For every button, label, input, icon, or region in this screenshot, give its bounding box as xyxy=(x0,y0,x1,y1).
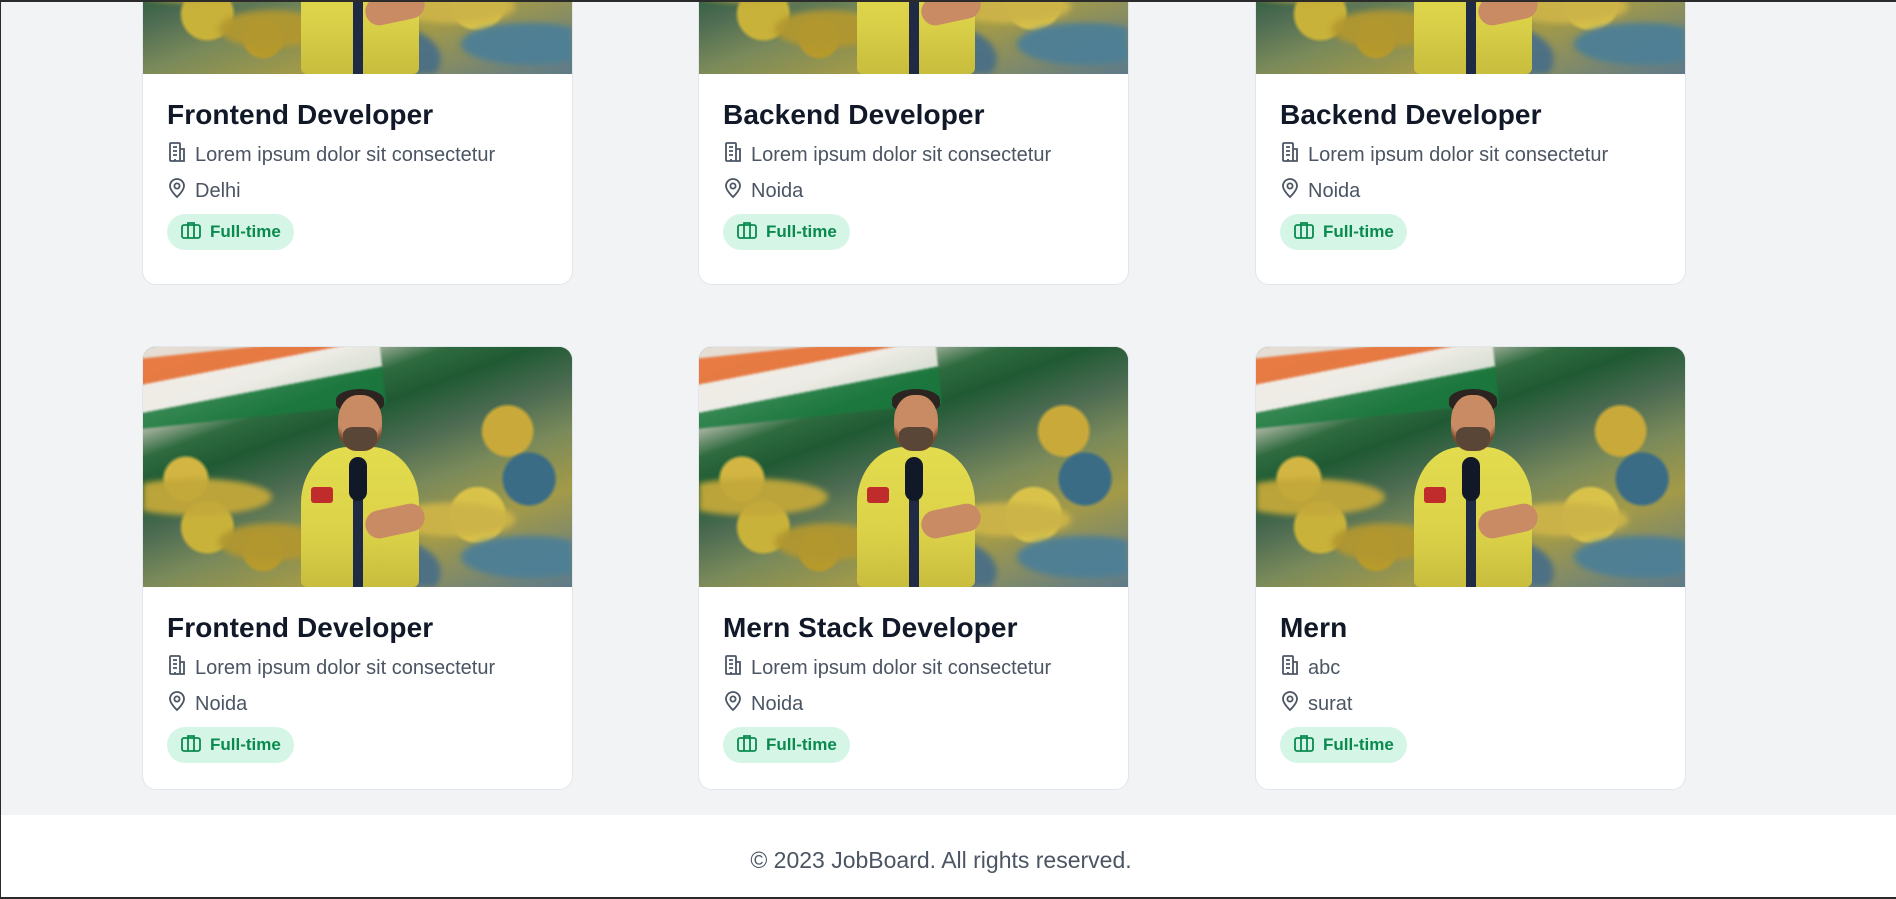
job-company: Lorem ipsum dolor sit consectetur xyxy=(167,140,548,170)
job-location-text: surat xyxy=(1308,692,1353,715)
briefcase-icon xyxy=(180,733,202,758)
job-location: Noida xyxy=(723,689,1104,719)
map-pin-icon xyxy=(167,177,187,205)
job-company: Lorem ipsum dolor sit consectetur xyxy=(723,653,1104,683)
job-location: Noida xyxy=(1280,176,1661,206)
job-type-badge: Full-time xyxy=(1280,727,1407,763)
job-company: abc xyxy=(1280,653,1661,683)
job-location-text: Delhi xyxy=(195,179,241,202)
job-company: Lorem ipsum dolor sit consectetur xyxy=(1280,140,1661,170)
job-type-text: Full-time xyxy=(766,735,837,754)
building-icon xyxy=(167,141,187,169)
job-location-text: Noida xyxy=(1308,179,1361,202)
building-icon xyxy=(1280,141,1300,169)
job-card-image xyxy=(143,2,572,74)
job-card-image xyxy=(699,347,1128,587)
job-type-text: Full-time xyxy=(1323,735,1394,754)
job-company-text: Lorem ipsum dolor sit consectetur xyxy=(195,143,496,166)
job-card[interactable]: Backend Developer Lorem ipsum dolor sit … xyxy=(1255,2,1686,285)
job-card-image xyxy=(1256,347,1685,587)
job-location-text: Noida xyxy=(195,692,248,715)
job-company-text: Lorem ipsum dolor sit consectetur xyxy=(751,656,1052,679)
job-title[interactable]: Mern Stack Developer xyxy=(723,611,1104,645)
job-card-image xyxy=(143,347,572,587)
briefcase-icon xyxy=(736,733,758,758)
job-card[interactable]: Frontend Developer Lorem ipsum dolor sit… xyxy=(142,2,573,285)
job-title[interactable]: Backend Developer xyxy=(723,98,1104,132)
job-type-badge: Full-time xyxy=(723,214,850,250)
job-card-image xyxy=(699,2,1128,74)
briefcase-icon xyxy=(180,220,202,245)
viewport: Frontend Developer Lorem ipsum dolor sit… xyxy=(0,0,1896,899)
footer-copyright: © 2023 JobBoard. All rights reserved. xyxy=(750,846,1132,873)
job-company-text: Lorem ipsum dolor sit consectetur xyxy=(195,656,496,679)
briefcase-icon xyxy=(1293,733,1315,758)
job-title[interactable]: Backend Developer xyxy=(1280,98,1661,132)
building-icon xyxy=(723,141,743,169)
map-pin-icon xyxy=(167,690,187,718)
job-type-badge: Full-time xyxy=(167,214,294,250)
job-card[interactable]: Mern abc surat Full-time xyxy=(1255,346,1686,790)
job-card[interactable]: Mern Stack Developer Lorem ipsum dolor s… xyxy=(698,346,1129,790)
map-pin-icon xyxy=(723,177,743,205)
job-location-text: Noida xyxy=(751,692,804,715)
job-location: Delhi xyxy=(167,176,548,206)
job-location-text: Noida xyxy=(751,179,804,202)
job-company: Lorem ipsum dolor sit consectetur xyxy=(167,653,548,683)
job-type-badge: Full-time xyxy=(167,727,294,763)
job-company-text: Lorem ipsum dolor sit consectetur xyxy=(751,143,1052,166)
job-location: surat xyxy=(1280,689,1661,719)
job-company-text: abc xyxy=(1308,656,1341,679)
job-type-badge: Full-time xyxy=(1280,214,1407,250)
job-company: Lorem ipsum dolor sit consectetur xyxy=(723,140,1104,170)
job-type-text: Full-time xyxy=(210,222,281,241)
building-icon xyxy=(723,654,743,682)
job-location: Noida xyxy=(167,689,548,719)
job-title[interactable]: Frontend Developer xyxy=(167,98,548,132)
job-title[interactable]: Frontend Developer xyxy=(167,611,548,645)
job-location: Noida xyxy=(723,176,1104,206)
job-title[interactable]: Mern xyxy=(1280,611,1661,645)
building-icon xyxy=(1280,654,1300,682)
job-company-text: Lorem ipsum dolor sit consectetur xyxy=(1308,143,1609,166)
map-pin-icon xyxy=(1280,690,1300,718)
job-type-badge: Full-time xyxy=(723,727,850,763)
job-type-text: Full-time xyxy=(1323,222,1394,241)
job-type-text: Full-time xyxy=(210,735,281,754)
briefcase-icon xyxy=(736,220,758,245)
job-card[interactable]: Backend Developer Lorem ipsum dolor sit … xyxy=(698,2,1129,285)
job-card[interactable]: Frontend Developer Lorem ipsum dolor sit… xyxy=(142,346,573,790)
job-type-text: Full-time xyxy=(766,222,837,241)
map-pin-icon xyxy=(1280,177,1300,205)
map-pin-icon xyxy=(723,690,743,718)
briefcase-icon xyxy=(1293,220,1315,245)
site-footer: © 2023 JobBoard. All rights reserved. xyxy=(1,815,1896,897)
job-card-image xyxy=(1256,2,1685,74)
building-icon xyxy=(167,654,187,682)
